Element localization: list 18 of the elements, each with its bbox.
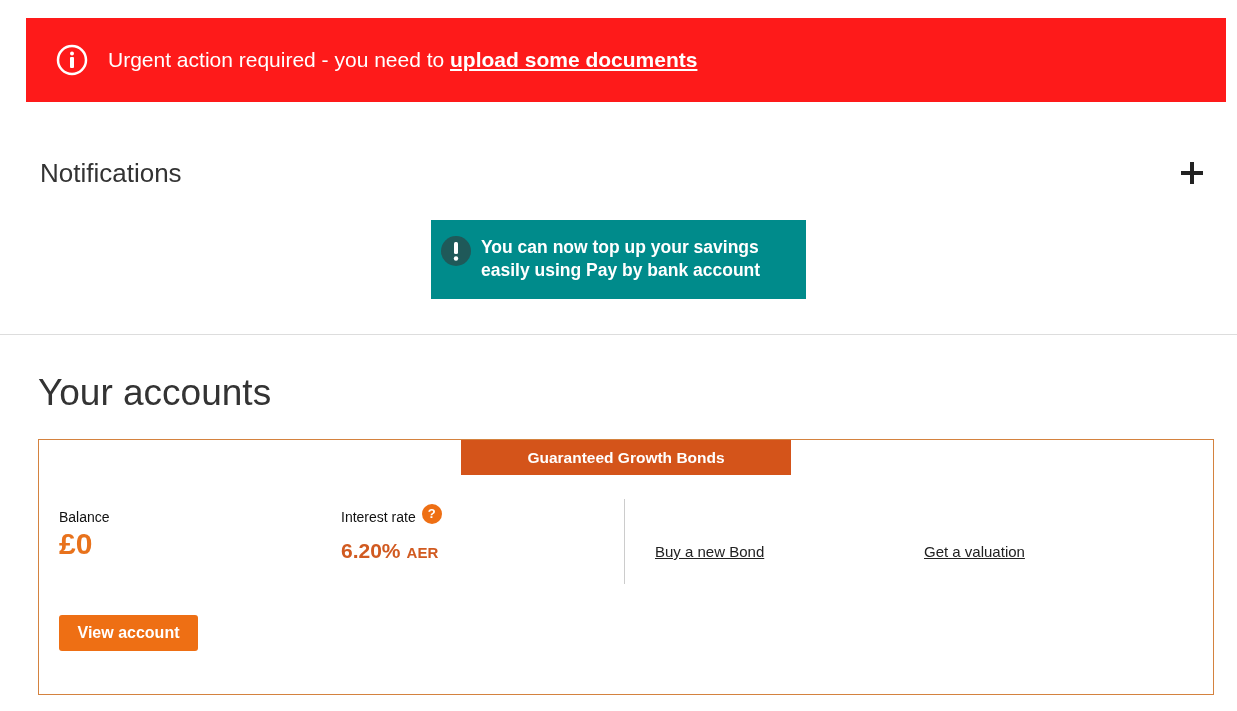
account-link[interactable]: Buy a new Bond	[655, 543, 924, 560]
alert-message: Urgent action required - you need to upload some documents	[108, 48, 698, 72]
balance-label: Balance	[59, 509, 111, 525]
rate-unit: AER	[406, 544, 439, 561]
accounts-heading: Your accounts	[38, 371, 273, 415]
notifications-heading: Notifications	[40, 157, 182, 189]
view-account-button[interactable]: View account	[59, 615, 198, 651]
interest-rate-value: 6.20%	[341, 539, 401, 563]
interest-rate-label: Interest rate	[341, 509, 416, 525]
balance-value: £0	[59, 527, 94, 561]
upload-documents-link[interactable]: upload some documents	[450, 48, 698, 71]
notification-message: You can now top up your savings easily using Pay by bank account	[481, 236, 762, 282]
plus-icon	[1181, 162, 1203, 184]
exclamation-icon	[441, 236, 471, 266]
expand-button[interactable]	[1181, 162, 1203, 184]
help-icon[interactable]: ?	[421, 504, 442, 524]
account-link[interactable]: Get a valuation	[924, 543, 1193, 560]
info-icon	[56, 44, 88, 76]
